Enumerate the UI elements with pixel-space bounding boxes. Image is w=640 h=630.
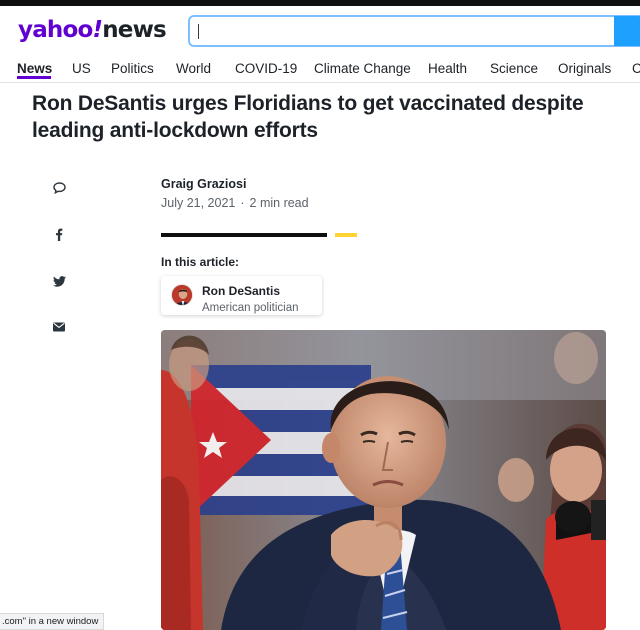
publish-date: July 21, 2021 — [161, 196, 236, 210]
entity-avatar — [171, 284, 193, 306]
search-button[interactable] — [614, 16, 640, 46]
facebook-icon[interactable] — [50, 225, 68, 243]
twitter-icon[interactable] — [50, 272, 68, 290]
status-bar-tooltip: .com" in a new window — [0, 613, 105, 630]
logo-slash: ! — [92, 17, 103, 43]
read-time: 2 min read — [249, 196, 309, 210]
divider-yellow — [335, 233, 357, 237]
search-input[interactable] — [188, 15, 640, 47]
text-cursor — [198, 24, 199, 39]
site-header: yahoo!news — [0, 6, 640, 54]
nav-item-covid-19[interactable]: COVID-19 — [235, 60, 297, 78]
nav-item-climate-change[interactable]: Climate Change — [314, 60, 411, 78]
comment-icon[interactable] — [50, 179, 68, 197]
nav-divider — [0, 82, 640, 83]
mail-icon[interactable] — [50, 318, 68, 336]
yahoo-news-logo[interactable]: yahoo!news — [18, 16, 167, 44]
author-name[interactable]: Graig Graziosi — [161, 176, 246, 192]
article-photo[interactable] — [161, 330, 606, 630]
article-title: Ron DeSantis urges Floridians to get vac… — [32, 92, 584, 142]
entity-name: Ron DeSantis — [202, 284, 281, 298]
in-this-article-label: In this article: — [161, 255, 240, 269]
nav-item-science[interactable]: Science — [490, 60, 538, 78]
nav-item-overflow[interactable]: C — [632, 60, 640, 78]
active-nav-underline — [17, 76, 51, 79]
logo-brand: yahoo — [18, 17, 93, 43]
category-nav: News US Politics World COVID-19 Climate … — [0, 56, 640, 84]
divider-black — [161, 233, 327, 237]
entity-description: American politician — [202, 302, 299, 314]
nav-item-politics[interactable]: Politics — [111, 60, 154, 78]
meta-separator: · — [240, 196, 245, 210]
nav-item-originals[interactable]: Originals — [558, 60, 611, 78]
nav-item-world[interactable]: World — [176, 60, 211, 78]
nav-item-health[interactable]: Health — [428, 60, 467, 78]
article-meta: July 21, 2021 · 2 min read — [161, 195, 309, 211]
nav-item-us[interactable]: US — [72, 60, 91, 78]
logo-product: news — [102, 17, 167, 43]
entity-card[interactable]: Ron DeSantis American politician — [161, 276, 322, 315]
